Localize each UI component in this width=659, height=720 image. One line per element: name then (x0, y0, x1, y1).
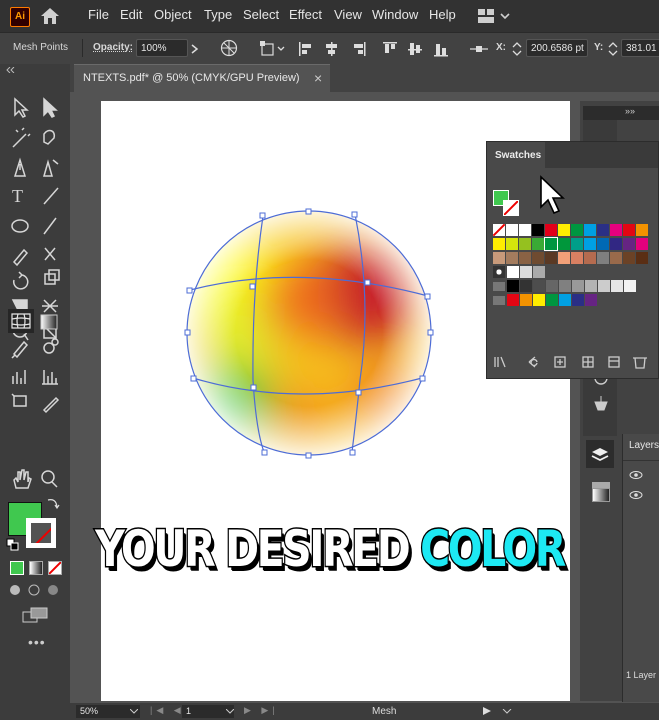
swatch[interactable] (519, 238, 531, 250)
swatch-footer-icons[interactable] (493, 354, 655, 370)
swatch[interactable] (493, 252, 505, 264)
swatch[interactable] (558, 224, 570, 236)
caption-highlight: COLOR (419, 519, 568, 580)
swatch[interactable] (493, 238, 505, 250)
swatch[interactable] (544, 237, 558, 251)
swatch-group-folder-icon[interactable] (493, 282, 505, 291)
swatch-group-folder-icon[interactable] (493, 296, 505, 305)
swatch-stroke-indicator[interactable] (503, 200, 519, 216)
swatch[interactable] (506, 238, 518, 250)
panel-header-bar: »» (583, 106, 659, 120)
swatch[interactable] (558, 252, 570, 264)
swatch[interactable] (545, 252, 557, 264)
swatch[interactable] (532, 252, 544, 264)
swatches-panel: Swatches (486, 141, 659, 379)
swatch[interactable] (610, 252, 622, 264)
swatch[interactable] (493, 224, 505, 236)
layers-icon (591, 448, 609, 462)
swatch[interactable] (533, 280, 545, 292)
swatch[interactable] (533, 294, 545, 306)
swatches-tab[interactable]: Swatches (487, 142, 545, 168)
swatches-title: Swatches (495, 150, 542, 161)
layers-panel: Layers 1 Layer (622, 434, 659, 702)
swatch[interactable] (624, 280, 636, 292)
swatch[interactable] (506, 224, 518, 236)
swatch[interactable] (520, 280, 532, 292)
swatch[interactable] (611, 280, 623, 292)
dock-icons[interactable] (586, 360, 616, 490)
swatch[interactable] (507, 294, 519, 306)
caption-text: YOUR DESIRED (94, 519, 421, 580)
swatch[interactable] (507, 266, 519, 278)
artboard-next-icons[interactable]: ▶ ▶| (244, 705, 279, 716)
swatch[interactable] (597, 238, 609, 250)
swatch[interactable] (572, 280, 584, 292)
chevron-down-icon[interactable] (226, 709, 234, 715)
swatch[interactable] (519, 252, 531, 264)
swatch[interactable] (597, 252, 609, 264)
chevron-down-icon[interactable] (130, 709, 138, 715)
swatch[interactable] (597, 224, 609, 236)
swatch[interactable] (571, 252, 583, 264)
status-play-icon[interactable] (482, 706, 492, 716)
swatch[interactable] (533, 266, 545, 278)
swatch[interactable] (571, 238, 583, 250)
swatch-grid[interactable] (493, 224, 658, 314)
swatch[interactable] (636, 252, 648, 264)
swatch[interactable] (584, 224, 596, 236)
swatch[interactable] (572, 294, 584, 306)
status-bar: 50% |◀ ◀ 1 ▶ ▶| Mesh (70, 703, 659, 720)
swatch[interactable] (520, 294, 532, 306)
swatch[interactable] (559, 280, 571, 292)
mouse-cursor-icon (540, 175, 565, 215)
swatch[interactable] (520, 266, 532, 278)
swatch[interactable] (623, 252, 635, 264)
swatch[interactable] (506, 252, 518, 264)
gradient-panel-button[interactable] (586, 484, 614, 504)
swatch[interactable] (585, 294, 597, 306)
swatch[interactable] (532, 224, 544, 236)
swatch[interactable] (519, 224, 531, 236)
swatch[interactable] (610, 224, 622, 236)
panel-expand-icon[interactable]: »» (625, 106, 635, 116)
swatch[interactable] (584, 252, 596, 264)
swatch[interactable] (610, 238, 622, 250)
swatch[interactable] (623, 224, 635, 236)
layers-count: 1 Layer (626, 670, 657, 680)
swatch[interactable] (532, 238, 544, 250)
swatch[interactable] (623, 238, 635, 250)
swatch[interactable] (559, 294, 571, 306)
swatch[interactable] (507, 280, 519, 292)
swatch[interactable] (571, 224, 583, 236)
swatch[interactable] (546, 280, 558, 292)
swatch[interactable] (598, 280, 610, 292)
swatch[interactable] (558, 238, 570, 250)
swatch[interactable] (584, 238, 596, 250)
artboard-prev-icons[interactable]: |◀ ◀ (150, 705, 185, 716)
chevron-down-icon[interactable] (502, 709, 512, 715)
visibility-icon[interactable] (629, 470, 643, 510)
layers-title: Layers (629, 440, 659, 451)
swatch[interactable] (546, 294, 558, 306)
pattern-swatch-group[interactable] (493, 266, 505, 278)
swatch[interactable] (545, 224, 557, 236)
swatch[interactable] (636, 224, 648, 236)
swatch[interactable] (585, 280, 597, 292)
swatch[interactable] (636, 238, 648, 250)
caption-overlay: YOUR DESIRED COLOR (59, 519, 599, 580)
current-tool-status: Mesh (372, 706, 397, 717)
